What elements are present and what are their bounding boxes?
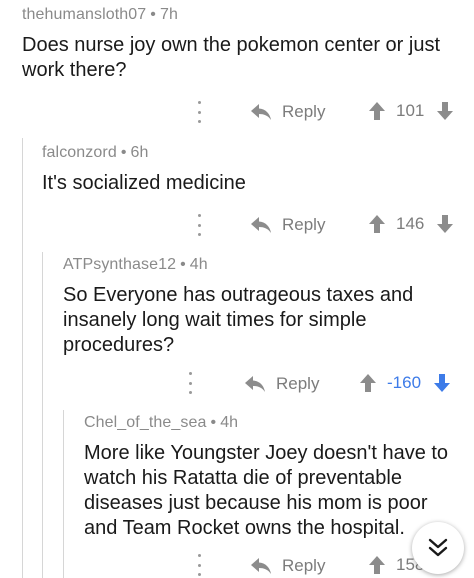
reply-label: Reply	[282, 215, 326, 234]
reply-label: Reply	[276, 374, 320, 393]
comment: ATPsynthase12 • 4h So Everyone has outrage…	[63, 256, 463, 358]
comment-author[interactable]: falconzord	[42, 144, 117, 161]
reply-label: Reply	[282, 102, 326, 121]
vote-controls: -160	[359, 373, 451, 393]
upvote-arrow-icon[interactable]	[368, 214, 386, 234]
comment-author[interactable]: Chel_of_the_sea	[84, 414, 206, 431]
vote-controls: 146	[368, 214, 454, 234]
comment-body: It's socialized medicine	[42, 172, 246, 194]
reply-button[interactable]: Reply	[250, 102, 325, 122]
comment: Chel_of_the_sea • 4h More like Youngster J…	[84, 414, 464, 541]
more-options-icon[interactable]	[196, 554, 202, 576]
jump-to-next-button[interactable]	[412, 522, 464, 574]
more-options-icon[interactable]	[187, 372, 193, 394]
comment-author[interactable]: thehumansloth07	[22, 6, 146, 23]
comment-age: 4h	[189, 256, 208, 273]
meta-separator: •	[180, 256, 186, 273]
comment-meta: thehumansloth07 • 7h	[22, 6, 462, 24]
reply-arrow-icon	[245, 376, 265, 392]
reply-label: Reply	[282, 556, 326, 575]
comment-meta: Chel_of_the_sea • 4h	[84, 414, 464, 432]
vote-controls: 101	[368, 101, 454, 121]
meta-separator: •	[210, 414, 217, 431]
more-options-icon[interactable]	[196, 214, 202, 236]
upvote-arrow-icon[interactable]	[368, 555, 386, 575]
reply-button[interactable]: Reply	[250, 215, 325, 235]
upvote-arrow-icon[interactable]	[368, 101, 386, 121]
score: -160	[387, 373, 422, 392]
downvote-arrow-icon[interactable]	[433, 373, 451, 393]
thread-line-level-3	[63, 410, 64, 578]
comment-age: 4h	[220, 414, 239, 431]
comment-body: Does nurse joy own the pokemon center or…	[22, 34, 440, 81]
reply-button[interactable]: Reply	[250, 556, 325, 576]
more-options-icon[interactable]	[196, 101, 202, 123]
downvote-arrow-icon[interactable]	[436, 101, 454, 121]
upvote-arrow-icon[interactable]	[359, 373, 377, 393]
reply-button[interactable]: Reply	[244, 374, 319, 394]
score: 146	[396, 214, 425, 233]
meta-separator: •	[150, 6, 156, 23]
score: 101	[396, 101, 425, 120]
comment: thehumansloth07 • 7h Does nurse joy own th…	[22, 6, 462, 83]
double-chevron-down-icon	[428, 538, 448, 557]
thread-line-level-1	[22, 138, 23, 578]
downvote-arrow-icon[interactable]	[436, 214, 454, 234]
comment-meta: ATPsynthase12 • 4h	[63, 256, 463, 274]
comment-body: More like Youngster Joey doesn't have to…	[84, 442, 449, 539]
comment-author[interactable]: ATPsynthase12	[63, 256, 176, 273]
thread-line-level-2	[42, 252, 43, 578]
comment-meta: falconzord • 6h	[42, 144, 462, 162]
comment: falconzord • 6h It's socialized medicine	[42, 144, 462, 196]
comment-age: 7h	[159, 6, 178, 23]
comment-body: So Everyone has outrageous taxes and ins…	[63, 284, 414, 356]
reply-arrow-icon	[251, 217, 271, 233]
meta-separator: •	[120, 144, 127, 161]
reply-arrow-icon	[251, 558, 271, 574]
comment-age: 6h	[130, 144, 149, 161]
reply-arrow-icon	[251, 104, 271, 120]
